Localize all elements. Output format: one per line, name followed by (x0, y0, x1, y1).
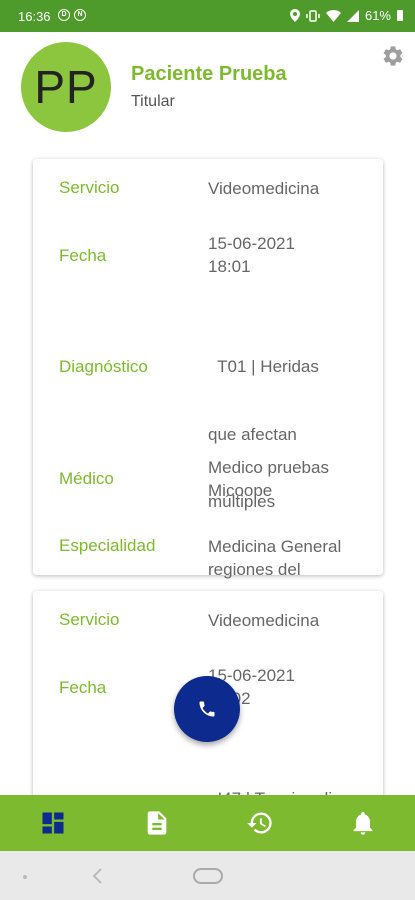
service-value: Videomedicina (208, 179, 320, 198)
avatar: PP (21, 42, 111, 132)
date-label: Fecha (59, 246, 107, 265)
consultation-card[interactable]: Servicio Videomedicina Fecha 15-06-2021 … (33, 159, 383, 646)
doctor-line: Micoope (208, 480, 273, 500)
status-right-icons: 61% (289, 8, 403, 23)
diagnosis-line: que afectan (208, 424, 297, 444)
doctor-label: Médico (59, 469, 114, 488)
battery-icon (397, 10, 403, 21)
diagnosis-line: regiones del (208, 559, 301, 579)
service-label: Servicio (59, 610, 120, 629)
vibrate-icon (306, 9, 320, 22)
history-icon[interactable] (246, 809, 274, 837)
status-d-icon: D (58, 9, 70, 21)
specialty-value: Medicina General (208, 537, 342, 556)
phone-icon (199, 701, 215, 717)
status-bar: 16:36 D N 61% (0, 0, 415, 32)
status-time: 16:36 (18, 9, 51, 24)
date-line: 15-06-2021 (208, 234, 295, 253)
call-button[interactable] (174, 676, 240, 742)
location-icon (289, 9, 300, 22)
doctor-line: Medico pruebas (208, 458, 329, 477)
back-chevron-icon[interactable] (90, 867, 106, 885)
signal-icon (346, 9, 359, 22)
status-left-icons: D N (58, 9, 86, 21)
dashboard-icon[interactable] (39, 809, 67, 837)
patient-role: Titular (131, 93, 175, 110)
home-pill-icon[interactable] (193, 868, 223, 884)
service-value: Videomedicina (208, 611, 320, 630)
service-label: Servicio (59, 178, 120, 197)
doctor-value: Medico pruebas Micoope (208, 457, 368, 502)
time-line: 18:01 (208, 256, 251, 276)
document-icon[interactable] (143, 809, 171, 837)
battery-percent: 61% (364, 8, 391, 23)
diagnosis-line: T01 | Heridas (208, 357, 319, 376)
specialty-label: Especialidad (59, 536, 156, 555)
status-n-icon: N (74, 9, 86, 21)
date-value: 15-06-2021 18:01 (208, 233, 368, 278)
recents-dot-icon[interactable] (23, 875, 27, 879)
diagnosis-label: Diagnóstico (59, 357, 148, 376)
date-line: 15-06-2021 (208, 666, 295, 685)
date-label: Fecha (59, 678, 107, 697)
bottom-navigation (0, 795, 415, 851)
wifi-icon (325, 9, 341, 22)
notification-bell-icon[interactable] (349, 809, 377, 837)
patient-name: Paciente Prueba (131, 63, 287, 85)
system-navigation-bar (0, 851, 415, 900)
gear-icon[interactable] (381, 44, 405, 68)
